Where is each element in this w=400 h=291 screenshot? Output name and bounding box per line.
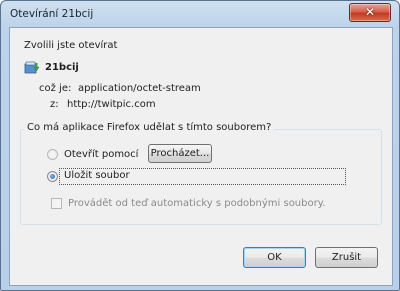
- save-file-radio[interactable]: [47, 171, 58, 182]
- open-with-label[interactable]: Otevřít pomocí: [64, 149, 138, 160]
- close-button[interactable]: ✕: [349, 3, 391, 22]
- intro-text: Zvolili jste otevírat: [24, 40, 118, 51]
- open-with-radio[interactable]: [47, 149, 58, 160]
- save-file-label[interactable]: Uložit soubor: [64, 170, 130, 181]
- auto-label[interactable]: Provádět od teď automaticky s podobnými …: [68, 198, 325, 209]
- from-label: z:: [50, 99, 59, 110]
- title-bar[interactable]: Otevírání 21bcij ✕: [1, 1, 399, 27]
- browse-button[interactable]: Procházet...: [148, 144, 212, 163]
- file-name: 21bcij: [45, 62, 79, 73]
- type-label: což je:: [39, 83, 72, 94]
- close-icon: ✕: [364, 5, 376, 19]
- ok-button[interactable]: OK: [243, 247, 306, 268]
- window-title: Otevírání 21bcij: [10, 8, 94, 20]
- file-download-icon: [24, 61, 40, 74]
- dialog-window: Otevírání 21bcij ✕ Zvolili jste otevírat…: [0, 0, 400, 291]
- from-value: http://twitpic.com: [67, 99, 156, 110]
- cancel-button[interactable]: Zrušit: [315, 247, 378, 268]
- dialog-body: Zvolili jste otevírat 21bcij což je: app…: [9, 27, 393, 286]
- auto-checkbox[interactable]: [51, 198, 62, 209]
- type-value: application/octet-stream: [78, 83, 201, 94]
- action-question: Co má aplikace Firefox udělat s tímto so…: [24, 122, 275, 133]
